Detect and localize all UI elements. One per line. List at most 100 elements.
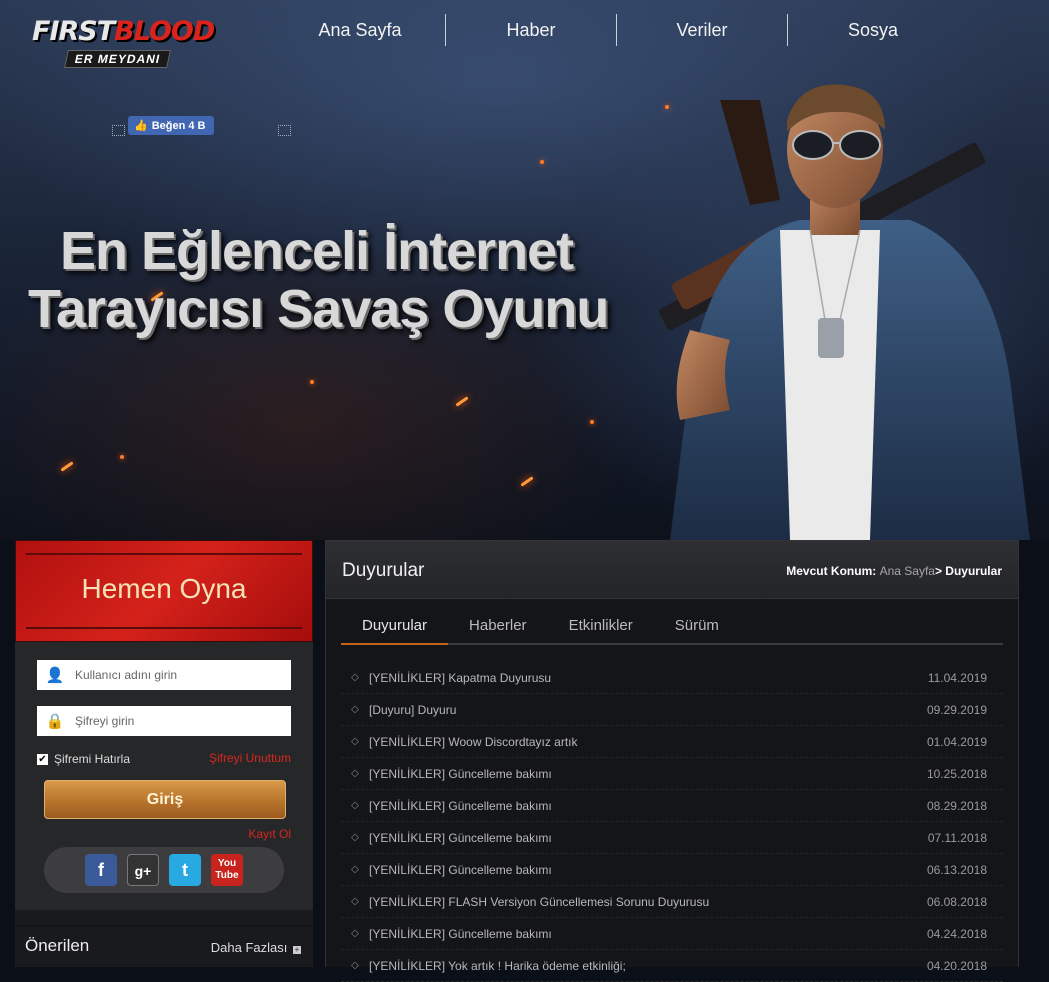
- list-item[interactable]: ◇ [YENİLİKLER] FLASH Versiyon Güncellemes…: [341, 886, 1003, 918]
- login-button[interactable]: Giriş: [44, 780, 286, 819]
- diamond-bullet-icon: ◇: [351, 864, 359, 875]
- list-item-title[interactable]: [YENİLİKLER] Kapatma Duyurusu: [369, 671, 907, 685]
- spark: [590, 420, 594, 424]
- remember-checkbox[interactable]: ✔: [37, 753, 48, 765]
- list-item[interactable]: ◇ [YENİLİKLER] Woow Discordtayız artık 01.…: [341, 726, 1003, 758]
- diamond-bullet-icon: ◇: [351, 736, 359, 747]
- more-label: Daha Fazlası: [210, 940, 288, 955]
- logo-word-blood: BLOOD: [114, 16, 215, 47]
- breadcrumb-prefix: Mevcut Konum:: [786, 564, 877, 578]
- password-field[interactable]: 🔒: [37, 706, 291, 736]
- social-links: f g+ t You Tube: [44, 847, 284, 893]
- remember-me[interactable]: ✔ Şifremi Hatırla: [37, 752, 130, 766]
- spark: [60, 461, 74, 472]
- facebook-like-label: Beğen 4 B: [151, 119, 206, 132]
- tab-announcements[interactable]: Duyurular: [341, 611, 449, 645]
- user-icon: 👤: [45, 667, 65, 684]
- youtube-icon[interactable]: You Tube: [211, 854, 243, 886]
- list-item[interactable]: ◇ [YENİLİKLER] Güncelleme bakımı 08.29.201…: [341, 790, 1003, 822]
- list-item-date: 10.25.2018: [926, 766, 987, 781]
- plus-icon: +: [293, 945, 301, 954]
- list-item-date: 07.11.2018: [927, 830, 987, 845]
- tab-news[interactable]: Haberler: [448, 611, 548, 643]
- facebook-icon[interactable]: f: [85, 854, 117, 886]
- list-item[interactable]: ◇ [YENİLİKLER] Güncelleme bakımı 04.24.201…: [341, 918, 1003, 950]
- top-navigation: Ana Sayfa Haber Veriler Sosya: [275, 14, 958, 46]
- announcement-tabs: Duyurular Haberler Etkinlikler Sürüm: [341, 611, 1003, 645]
- list-item-date: 09.29.2019: [926, 702, 987, 717]
- username-input[interactable]: [73, 667, 277, 683]
- login-form: 👤 🔒 ✔ Şifremi Hatırla Şifreyi Unuttum Gi…: [15, 642, 313, 910]
- more-link[interactable]: Daha Fazlası +: [211, 940, 301, 955]
- circuit-decoration: [26, 627, 302, 629]
- panel-title: Duyurular: [342, 560, 425, 581]
- announcements-panel: Duyurular Mevcut Konum: Ana Sayfa> Duyur…: [325, 540, 1019, 982]
- hero-slogan: En Eğlenceli İnternet Tarayıcısı Savaş O…: [28, 221, 609, 339]
- list-item[interactable]: ◇ [YENİLİKLER] Güncelleme bakımı 06.13.201…: [341, 854, 1003, 886]
- thumbs-up-icon: 👍: [134, 120, 148, 132]
- spark: [310, 380, 314, 384]
- list-item-title[interactable]: [YENİLİKLER] Güncelleme bakımı: [369, 863, 907, 877]
- logo-word-first: FIRST: [32, 16, 115, 47]
- slogan-line-1: En Eğlenceli İnternet: [60, 221, 574, 281]
- tab-events[interactable]: Etkinlikler: [548, 611, 654, 643]
- list-item-title[interactable]: [YENİLİKLER] Güncelleme bakımı: [369, 799, 907, 813]
- list-item[interactable]: ◇ [YENİLİKLER] Güncelleme bakımı 07.11.201…: [341, 822, 1003, 854]
- list-item-title[interactable]: [YENİLİKLER] Güncelleme bakımı: [369, 831, 907, 845]
- spark: [120, 455, 124, 459]
- remember-label: Şifremi Hatırla: [54, 752, 131, 766]
- nav-item-data[interactable]: Veriler: [617, 14, 788, 46]
- diamond-bullet-icon: ◇: [351, 768, 359, 779]
- broken-image-icon: [112, 125, 125, 136]
- left-sidebar: Hemen Oyna 👤 🔒 ✔ Şifremi Hatırla Şifreyi…: [15, 540, 313, 967]
- google-plus-icon[interactable]: g+: [127, 854, 159, 886]
- breadcrumb: Mevcut Konum: Ana Sayfa> Duyurular: [786, 564, 1002, 578]
- circuit-decoration: [26, 553, 302, 555]
- diamond-bullet-icon: ◇: [351, 672, 359, 683]
- register-link[interactable]: Kayıt Ol: [248, 827, 291, 841]
- play-now-banner[interactable]: Hemen Oyna: [15, 540, 313, 642]
- panel-header: Duyurular Mevcut Konum: Ana Sayfa> Duyur…: [326, 541, 1018, 599]
- list-item-date: 01.04.2019: [926, 734, 987, 749]
- list-item-title[interactable]: [YENİLİKLER] Güncelleme bakımı: [369, 927, 907, 941]
- announcement-list: ◇ [YENİLİKLER] Kapatma Duyurusu 11.04.2019…: [341, 662, 1003, 982]
- breadcrumb-home-link[interactable]: Ana Sayfa: [880, 564, 935, 578]
- list-item[interactable]: ◇ [YENİLİKLER] Güncelleme bakımı 10.25.201…: [341, 758, 1003, 790]
- spark: [520, 476, 534, 487]
- list-item-title[interactable]: [YENİLİKLER] Yok artık ! Harika ödeme et…: [369, 959, 907, 973]
- site-logo[interactable]: FIRSTBLOOD ER MEYDANI: [32, 16, 215, 72]
- diamond-bullet-icon: ◇: [351, 704, 359, 715]
- password-input[interactable]: [73, 713, 277, 729]
- list-item[interactable]: ◇ [YENİLİKLER] Yok artık ! Harika ödeme e…: [341, 950, 1003, 982]
- forgot-password-link[interactable]: Şifreyi Unuttum: [209, 751, 291, 765]
- spark: [455, 396, 469, 407]
- nav-item-home[interactable]: Ana Sayfa: [275, 14, 446, 46]
- soldier-illustration: [658, 84, 1030, 540]
- play-now-label: Hemen Oyna: [81, 573, 247, 604]
- tab-version[interactable]: Sürüm: [654, 611, 740, 643]
- lock-icon: 🔒: [45, 713, 65, 730]
- diamond-bullet-icon: ◇: [351, 896, 359, 907]
- diamond-bullet-icon: ◇: [351, 800, 359, 811]
- list-item-date: 06.08.2018: [926, 894, 987, 909]
- list-item[interactable]: ◇ [Duyuru] Duyuru 09.29.2019: [341, 694, 1003, 726]
- slogan-line-2: Tarayıcısı Savaş Oyunu: [28, 279, 609, 339]
- nav-item-news[interactable]: Haber: [446, 14, 617, 46]
- twitter-icon[interactable]: t: [169, 854, 201, 886]
- logo-subtitle: ER MEYDANI: [64, 50, 172, 68]
- list-item-date: 04.20.2018: [926, 958, 987, 973]
- list-item[interactable]: ◇ [YENİLİKLER] Kapatma Duyurusu 11.04.2019: [341, 662, 1003, 694]
- username-field[interactable]: 👤: [37, 660, 291, 690]
- breadcrumb-current: > Duyurular: [934, 564, 1002, 578]
- list-item-title[interactable]: [Duyuru] Duyuru: [369, 703, 907, 717]
- facebook-like-button[interactable]: 👍 Beğen 4 B: [128, 116, 214, 135]
- nav-item-social[interactable]: Sosya: [788, 14, 958, 46]
- list-item-date: 08.29.2018: [926, 798, 987, 813]
- list-item-date: 06.13.2018: [926, 862, 987, 877]
- diamond-bullet-icon: ◇: [351, 928, 359, 939]
- spark: [540, 160, 544, 164]
- hero-banner: En Eğlenceli İnternet Tarayıcısı Savaş O…: [0, 0, 1049, 540]
- list-item-title[interactable]: [YENİLİKLER] FLASH Versiyon Güncellemesi…: [369, 895, 907, 909]
- list-item-title[interactable]: [YENİLİKLER] Woow Discordtayız artık: [369, 735, 907, 749]
- list-item-title[interactable]: [YENİLİKLER] Güncelleme bakımı: [369, 767, 907, 781]
